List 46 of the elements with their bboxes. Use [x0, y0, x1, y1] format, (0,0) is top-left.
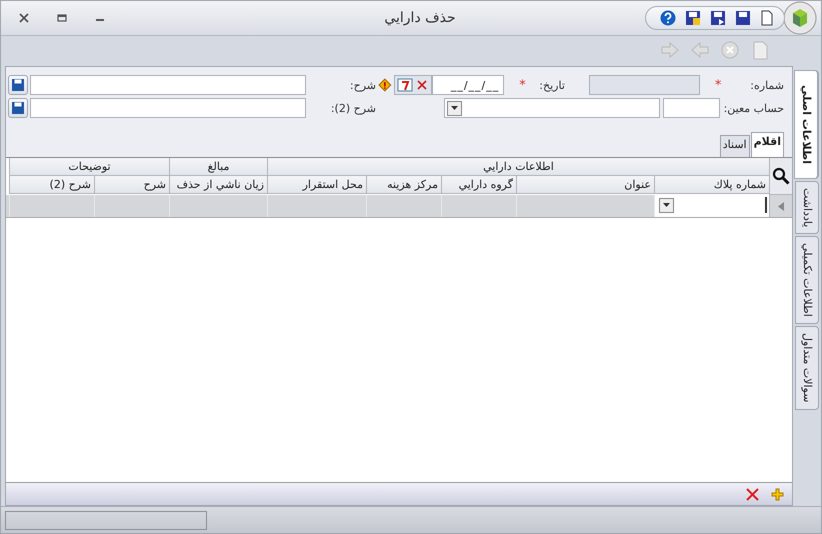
column-header[interactable]: شماره پلاك — [654, 176, 769, 194]
column-group-header: توضيحات — [9, 158, 169, 176]
save-icon[interactable] — [735, 10, 751, 26]
warning-icon — [378, 78, 392, 92]
column-header[interactable]: شرح — [94, 176, 169, 194]
column-header[interactable]: مركز هزينه — [366, 176, 441, 194]
app-logo-icon[interactable] — [783, 1, 817, 35]
required-mark: * — [714, 78, 722, 92]
plate-number-dropdown[interactable] — [657, 197, 767, 213]
clear-icon[interactable] — [414, 78, 429, 92]
help-icon[interactable] — [660, 10, 676, 26]
delete-icon[interactable] — [746, 488, 759, 500]
tab[interactable]: اسناد — [720, 135, 750, 157]
maximize-icon[interactable] — [57, 13, 67, 23]
field-label: شماره: — [749, 78, 784, 92]
column-group-header: اطلاعات دارايي — [267, 158, 769, 176]
close-icon[interactable] — [19, 13, 29, 23]
new-document-icon[interactable] — [760, 10, 774, 26]
description-field[interactable] — [30, 98, 306, 118]
field-label: شرح: — [348, 78, 376, 92]
side-tab[interactable]: اطلاعات اصلي — [794, 70, 819, 180]
window-title: حذف دارايي — [383, 10, 457, 26]
save-button[interactable] — [8, 98, 28, 118]
column-group-header: مبالغ — [169, 158, 267, 176]
required-mark: * — [518, 78, 526, 92]
search-icon[interactable] — [772, 167, 790, 185]
description-field[interactable] — [30, 75, 306, 95]
save-as-icon[interactable] — [685, 10, 701, 26]
save-button[interactable] — [8, 75, 28, 95]
column-header[interactable]: گروه دارايي — [441, 176, 516, 194]
column-header[interactable]: زيان ناشي از حذف — [169, 176, 267, 194]
column-header[interactable]: شرح (2) — [9, 176, 94, 194]
column-header[interactable]: عنوان — [516, 176, 654, 194]
date-field[interactable]: __/__/__ — [432, 75, 504, 95]
tab[interactable]: اقلام — [750, 132, 784, 157]
field-label: حساب معين: — [722, 102, 784, 114]
calendar-icon[interactable] — [396, 78, 413, 92]
column-header[interactable]: محل استقرار — [267, 176, 366, 194]
add-icon[interactable] — [771, 488, 784, 500]
account-code-field[interactable] — [663, 98, 720, 118]
save-all-icon[interactable] — [710, 10, 726, 26]
side-tab[interactable]: سوالات متداول — [795, 326, 819, 410]
field-label: شرح (2): — [330, 102, 376, 114]
side-tab[interactable]: اطلاعات تكميلي — [795, 236, 819, 324]
field-label: تاريخ: — [538, 78, 565, 92]
side-tab[interactable]: يادداشت — [795, 181, 819, 234]
